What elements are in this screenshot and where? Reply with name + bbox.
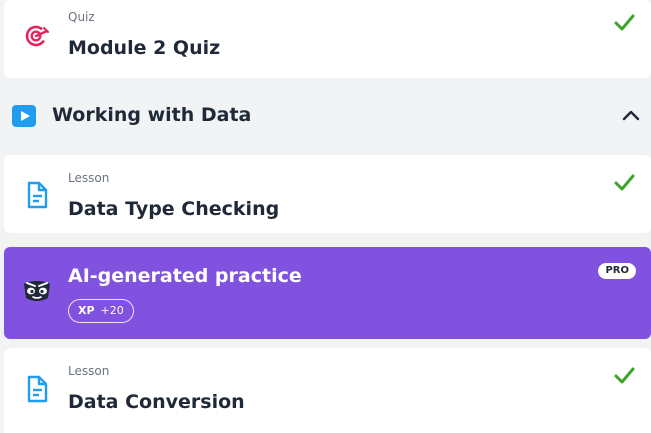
- xp-value: +20: [100, 304, 124, 317]
- completed-check-icon: [614, 174, 635, 191]
- item-title: Module 2 Quiz: [68, 37, 221, 59]
- item-title: Data Type Checking: [68, 198, 280, 220]
- completed-check-icon: [614, 14, 635, 31]
- item-type-label: Lesson: [68, 364, 110, 378]
- xp-label: XP: [78, 304, 95, 317]
- lesson-document-icon: [22, 180, 52, 210]
- xp-badge: XP +20: [68, 299, 134, 323]
- ai-practice-item[interactable]: AI-generated practice XP +20 PRO: [4, 247, 651, 339]
- lesson-item-data-conversion[interactable]: Lesson Data Conversion: [4, 348, 651, 433]
- course-outline: Quiz Module 2 Quiz Working with Data Les…: [0, 0, 651, 433]
- item-title: AI-generated practice: [68, 265, 302, 287]
- completed-check-icon: [614, 367, 635, 384]
- lesson-item-data-type-checking[interactable]: Lesson Data Type Checking: [4, 155, 651, 233]
- target-icon: [22, 21, 52, 51]
- item-type-label: Lesson: [68, 171, 110, 185]
- chevron-up-icon[interactable]: [621, 107, 641, 123]
- mascot-face-icon: [20, 274, 54, 308]
- quiz-item-module-2[interactable]: Quiz Module 2 Quiz: [4, 0, 651, 78]
- section-header-working-with-data[interactable]: Working with Data: [0, 78, 651, 154]
- item-title: Data Conversion: [68, 391, 245, 413]
- pro-badge: PRO: [598, 263, 636, 279]
- play-icon: [12, 105, 36, 127]
- item-type-label: Quiz: [68, 10, 95, 24]
- lesson-document-icon: [22, 374, 52, 404]
- section-title: Working with Data: [52, 104, 252, 126]
